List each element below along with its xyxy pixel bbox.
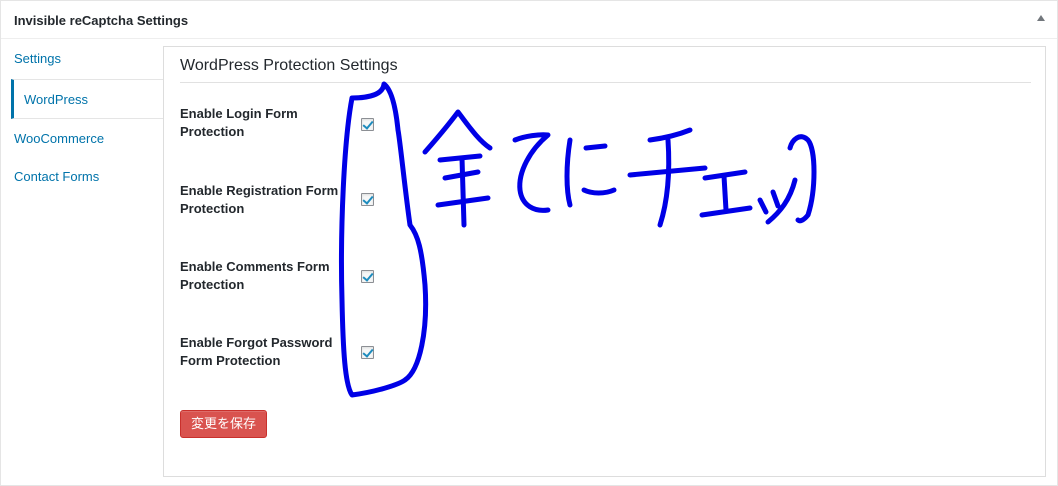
tab-wordpress[interactable]: WordPress bbox=[11, 79, 165, 119]
tab-woocommerce[interactable]: WooCommerce bbox=[1, 119, 164, 159]
tab-contact-forms[interactable]: Contact Forms bbox=[1, 157, 164, 197]
postbox-header: Invisible reCaptcha Settings bbox=[1, 1, 1057, 39]
registration-protection-checkbox[interactable] bbox=[361, 193, 374, 206]
panel-title: WordPress Protection Settings bbox=[180, 57, 398, 74]
option-label-forgot-password: Enable Forgot Password Form Protection bbox=[180, 335, 333, 368]
comments-protection-checkbox[interactable] bbox=[361, 270, 374, 283]
option-label-login: Enable Login Form Protection bbox=[180, 106, 298, 139]
tab-settings[interactable]: Settings bbox=[1, 39, 164, 79]
login-protection-checkbox[interactable] bbox=[361, 118, 374, 131]
forgot-password-protection-checkbox[interactable] bbox=[361, 346, 374, 359]
title-divider bbox=[180, 82, 1031, 83]
postbox-title: Invisible reCaptcha Settings bbox=[14, 13, 189, 28]
protection-settings-panel: WordPress Protection Settings Enable Log… bbox=[163, 46, 1046, 477]
save-changes-button[interactable]: 変更を保存 bbox=[180, 410, 268, 438]
settings-tabs: Settings WordPress WooCommerce Contact F… bbox=[1, 39, 165, 197]
collapse-arrow-icon[interactable] bbox=[1037, 15, 1045, 21]
option-label-comments: Enable Comments Form Protection bbox=[180, 259, 330, 292]
option-label-registration: Enable Registration Form Protection bbox=[180, 183, 339, 216]
